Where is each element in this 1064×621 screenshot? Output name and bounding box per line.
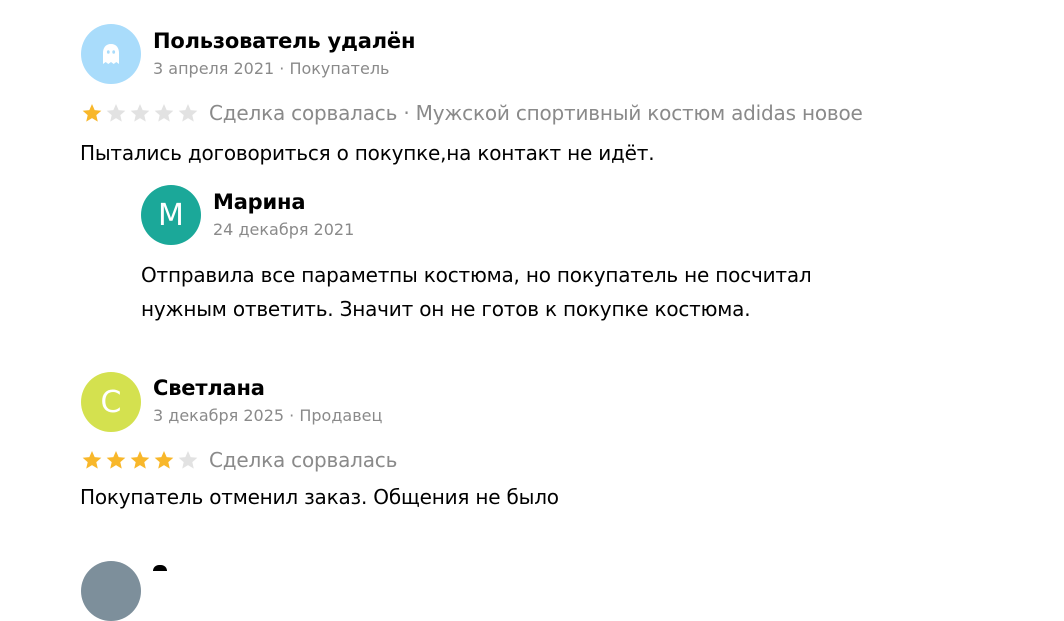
deal-status: Сделка сорвалась · Мужской спортивный ко… [209, 101, 863, 125]
ghost-icon [103, 44, 119, 64]
review-author-cutoff [153, 565, 167, 571]
avatar[interactable]: С [81, 372, 141, 432]
review-text: Покупатель отменил заказ. Общения не был… [80, 485, 559, 509]
avatar[interactable]: М [141, 185, 201, 245]
star-icon [106, 451, 126, 469]
review-author[interactable]: Светлана [153, 376, 265, 400]
rating-row: Сделка сорвалась [80, 448, 397, 472]
deal-status: Сделка сорвалась [209, 448, 398, 472]
avatar-letter: М [158, 197, 184, 233]
star-icon [178, 104, 198, 122]
rating-row: Сделка сорвалась · Мужской спортивный ко… [80, 101, 863, 125]
reply-text: Отправила все параметпы костюма, но поку… [141, 258, 812, 326]
star-rating [80, 449, 200, 471]
review-meta: 3 декабря 2025 · Продавец [153, 406, 383, 425]
avatar[interactable] [81, 561, 141, 621]
avatar[interactable] [81, 24, 141, 84]
star-icon [178, 451, 198, 469]
star-icon [130, 104, 150, 122]
reply-author[interactable]: Марина [213, 190, 305, 214]
review-text: Пытались договориться о покупке,на конта… [80, 141, 655, 165]
review-author[interactable]: Пользователь удалён [153, 29, 415, 53]
star-icon [130, 451, 150, 469]
avatar-letter: С [100, 384, 122, 420]
star-icon [154, 451, 174, 469]
star-icon [82, 451, 102, 469]
star-icon [154, 104, 174, 122]
reply-text-line: нужным ответить. Значит он не готов к по… [141, 297, 751, 321]
star-icon [82, 104, 102, 122]
reply-date: 24 декабря 2021 [213, 220, 355, 239]
reply-text-line: Отправила все параметпы костюма, но поку… [141, 263, 812, 287]
review-meta: 3 апреля 2021 · Покупатель [153, 59, 390, 78]
star-rating [80, 102, 200, 124]
star-icon [106, 104, 126, 122]
